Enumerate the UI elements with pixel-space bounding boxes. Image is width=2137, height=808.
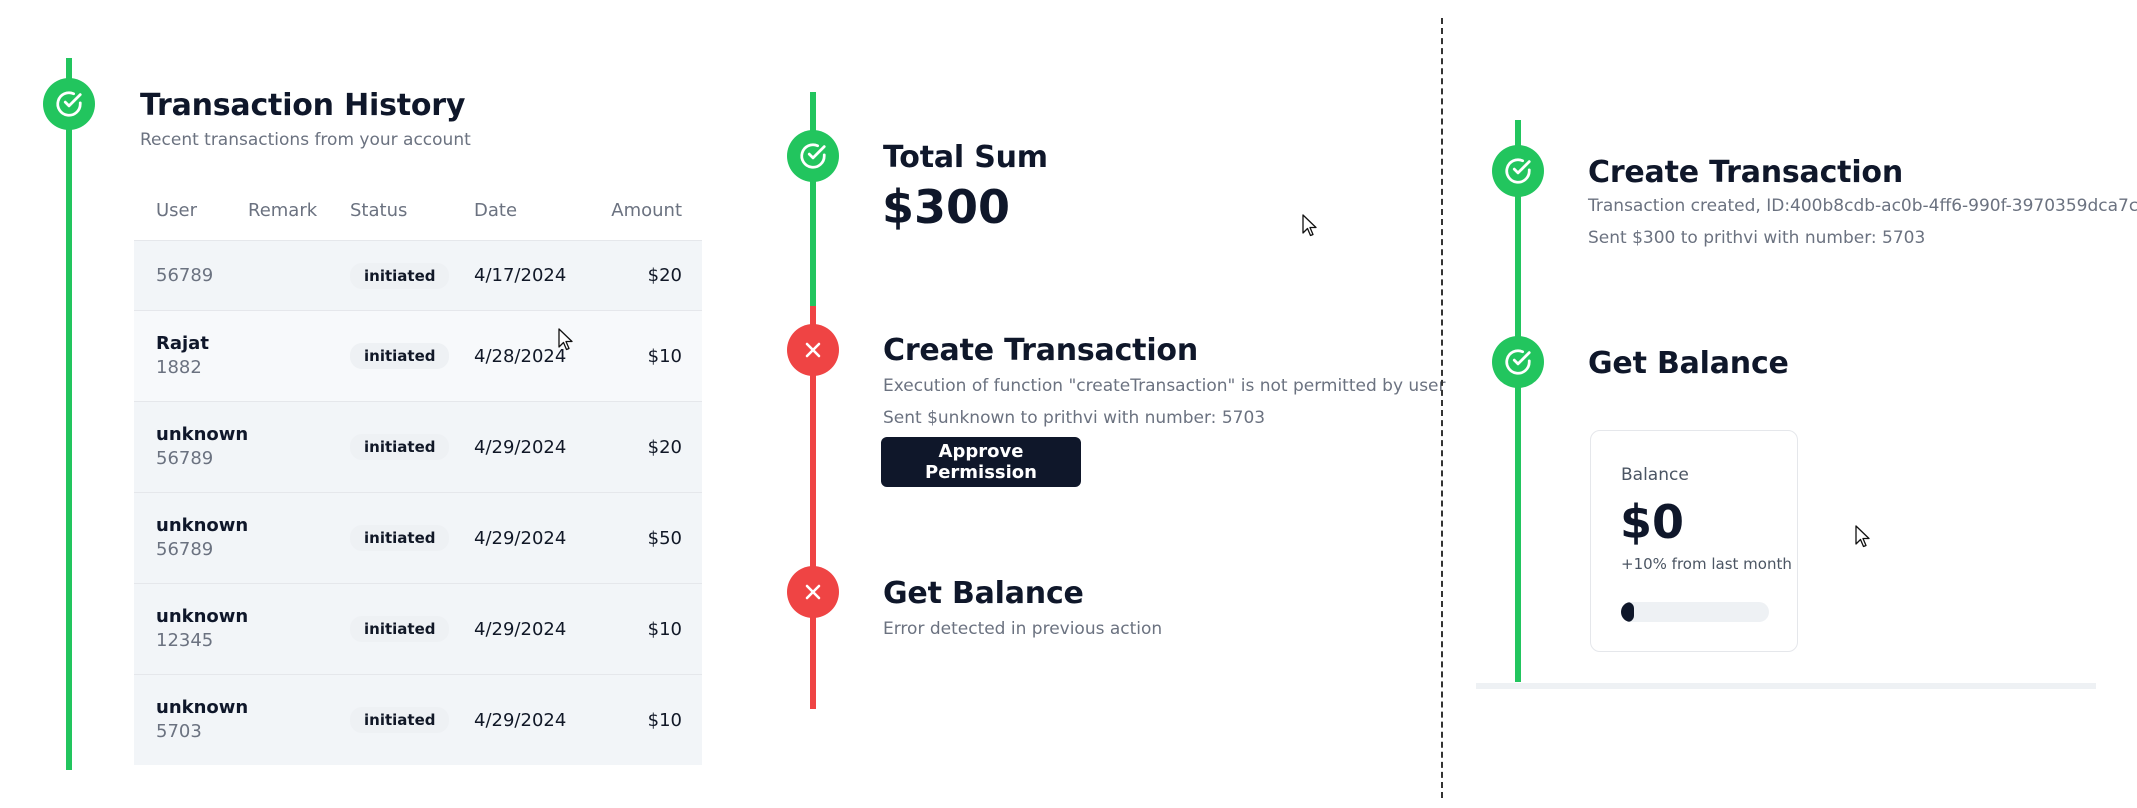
amount-cell: $20 bbox=[647, 436, 682, 458]
check-circle-icon bbox=[1505, 349, 1531, 375]
user-id: 1882 bbox=[156, 357, 202, 378]
timeline-line-success bbox=[1515, 120, 1521, 682]
user-name: unknown bbox=[156, 424, 249, 445]
date-cell: 4/29/2024 bbox=[474, 618, 567, 640]
panel-bottom-edge bbox=[1476, 683, 2096, 689]
user-cell: Rajat 1882 bbox=[134, 332, 248, 380]
status-badge: initiated bbox=[350, 707, 450, 733]
timeline-line-total-sum bbox=[810, 92, 816, 306]
date-cell: 4/29/2024 bbox=[474, 527, 567, 549]
status-node-history bbox=[43, 78, 95, 130]
total-sum-title: Total Sum bbox=[883, 140, 1048, 175]
balance-progress-fill bbox=[1621, 602, 1635, 622]
balance-card: Balance $0 +10% from last month bbox=[1590, 430, 1798, 652]
create-transaction-ok-sent: Sent $300 to prithvi with number: 5703 bbox=[1588, 228, 1926, 248]
amount-cell: $10 bbox=[647, 618, 682, 640]
create-transaction-ok-detail: Transaction created, ID:400b8cdb-ac0b-4f… bbox=[1588, 196, 2137, 216]
amount-cell: $20 bbox=[647, 265, 682, 286]
balance-value: $0 bbox=[1620, 495, 1685, 549]
user-cell: unknown 5703 bbox=[134, 696, 248, 744]
mouse-pointer-icon bbox=[1302, 214, 1317, 237]
user-cell: unknown 12345 bbox=[134, 605, 248, 653]
date-cell: 4/29/2024 bbox=[474, 709, 567, 731]
amount-cell: $50 bbox=[647, 527, 682, 549]
check-circle-icon bbox=[56, 91, 82, 117]
panel-divider bbox=[1441, 18, 1443, 798]
get-balance-ok-title: Get Balance bbox=[1588, 346, 1789, 381]
table-row[interactable]: Rajat 1882 initiated 4/28/2024 $10 bbox=[134, 310, 702, 401]
table-row[interactable]: unknown 56789 initiated 4/29/2024 $50 bbox=[134, 492, 702, 583]
user-name: unknown bbox=[156, 606, 249, 627]
col-status[interactable]: Status bbox=[350, 200, 474, 221]
status-badge: initiated bbox=[350, 343, 450, 369]
transactions-table: User Remark Status Date Amount 56789 ini… bbox=[134, 180, 702, 765]
mouse-pointer-icon bbox=[558, 328, 573, 351]
user-cell: 56789 bbox=[134, 264, 248, 288]
x-icon bbox=[805, 342, 821, 358]
get-balance-error: Error detected in previous action bbox=[883, 619, 1163, 639]
date-cell: 4/17/2024 bbox=[474, 265, 567, 286]
amount-cell: $10 bbox=[647, 345, 682, 367]
status-cell: initiated bbox=[350, 525, 474, 551]
user-id: 56789 bbox=[156, 539, 214, 560]
status-badge: initiated bbox=[350, 616, 450, 642]
status-cell: initiated bbox=[350, 616, 474, 642]
status-node-get-balance-failed bbox=[787, 566, 839, 618]
user-id: 12345 bbox=[156, 630, 214, 651]
status-node-create-transaction-failed bbox=[787, 324, 839, 376]
table-row[interactable]: unknown 12345 initiated 4/29/2024 $10 bbox=[134, 583, 702, 674]
col-date[interactable]: Date bbox=[474, 200, 594, 221]
balance-label: Balance bbox=[1621, 465, 1689, 485]
table-header: User Remark Status Date Amount bbox=[134, 180, 702, 240]
user-name: Rajat bbox=[156, 333, 209, 354]
history-title: Transaction History bbox=[140, 88, 466, 123]
status-cell: initiated bbox=[350, 434, 474, 460]
history-subtitle: Recent transactions from your account bbox=[140, 130, 471, 150]
status-badge: initiated bbox=[350, 262, 450, 289]
col-remark[interactable]: Remark bbox=[248, 200, 350, 221]
user-cell: unknown 56789 bbox=[134, 423, 248, 471]
user-id: 56789 bbox=[156, 448, 214, 469]
balance-progress bbox=[1621, 602, 1769, 622]
mouse-pointer-icon bbox=[1855, 525, 1870, 548]
date-cell: 4/28/2024 bbox=[474, 345, 567, 367]
status-cell: initiated bbox=[350, 707, 474, 733]
status-badge: initiated bbox=[350, 525, 450, 551]
create-transaction-error: Execution of function "createTransaction… bbox=[883, 376, 1446, 396]
approve-permission-button[interactable]: Approve Permission bbox=[881, 437, 1081, 487]
date-cell: 4/29/2024 bbox=[474, 436, 567, 458]
status-cell: initiated bbox=[350, 262, 474, 289]
user-name: unknown bbox=[156, 697, 249, 718]
create-transaction-detail: Sent $unknown to prithvi with number: 57… bbox=[883, 408, 1266, 428]
timeline-line-history bbox=[66, 58, 72, 770]
total-sum-value: $300 bbox=[882, 180, 1011, 234]
col-user[interactable]: User bbox=[134, 200, 248, 221]
x-icon bbox=[805, 584, 821, 600]
user-id: 5703 bbox=[156, 721, 202, 742]
table-row[interactable]: 56789 initiated 4/17/2024 $20 bbox=[134, 240, 702, 310]
status-node-get-balance-ok bbox=[1492, 336, 1544, 388]
status-node-total-sum bbox=[787, 130, 839, 182]
amount-cell: $10 bbox=[647, 709, 682, 731]
status-node-create-transaction-ok bbox=[1492, 145, 1544, 197]
status-cell: initiated bbox=[350, 343, 474, 369]
status-badge: initiated bbox=[350, 434, 450, 460]
user-cell: unknown 56789 bbox=[134, 514, 248, 562]
check-circle-icon bbox=[800, 143, 826, 169]
table-row[interactable]: unknown 5703 initiated 4/29/2024 $10 bbox=[134, 674, 702, 765]
user-id: 56789 bbox=[156, 264, 214, 286]
create-transaction-title: Create Transaction bbox=[883, 333, 1198, 368]
table-row[interactable]: unknown 56789 initiated 4/29/2024 $20 bbox=[134, 401, 702, 492]
create-transaction-ok-title: Create Transaction bbox=[1588, 155, 1903, 190]
user-name: unknown bbox=[156, 515, 249, 536]
col-amount[interactable]: Amount bbox=[594, 200, 702, 221]
balance-change: +10% from last month bbox=[1621, 555, 1792, 573]
get-balance-title: Get Balance bbox=[883, 576, 1084, 611]
check-circle-icon bbox=[1505, 158, 1531, 184]
